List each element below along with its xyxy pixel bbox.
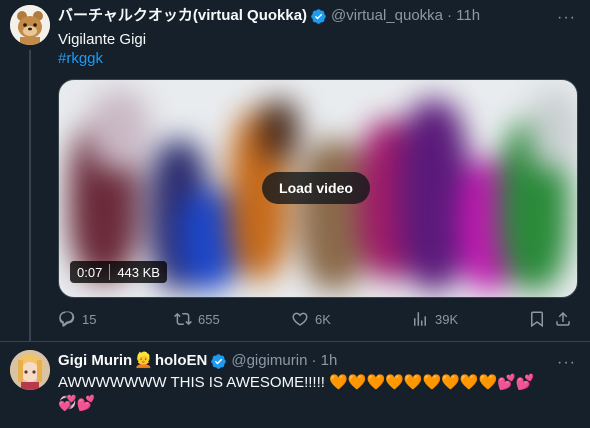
tweet1-display-name[interactable]: バーチャルクオッカ(virtual Quokka) xyxy=(58,6,307,26)
like-icon xyxy=(292,312,308,326)
like-button[interactable]: 6K xyxy=(291,309,331,329)
tweet1-header: バーチャルクオッカ(virtual Quokka) @virtual_quokk… xyxy=(58,6,480,26)
verified-badge-icon xyxy=(311,8,326,24)
blond-person-emoji: 👱 xyxy=(134,352,153,369)
bookmark-button[interactable] xyxy=(528,309,552,329)
gigi-avatar-image xyxy=(10,350,50,390)
tweet2-header: Gigi Murin 👱 holoEN @gigimurin · 1h xyxy=(58,351,337,371)
tweet1-hashtag[interactable]: #rkggk xyxy=(58,49,103,69)
view-count: 39K xyxy=(435,311,459,327)
reply-count: 15 xyxy=(82,311,97,327)
tweet2-time[interactable]: · 1h xyxy=(311,351,337,371)
tweet2-text-line1: AWWWWWWW THIS IS AWESOME!!!!! 🧡🧡🧡🧡🧡🧡🧡🧡🧡💕… xyxy=(58,374,535,391)
views-button[interactable]: 39K xyxy=(411,309,458,329)
reply-icon xyxy=(59,311,75,327)
repost-icon xyxy=(174,312,192,326)
tweet1-action-bar: 15 655 6K 39K xyxy=(58,309,578,331)
load-video-button[interactable]: Load video xyxy=(262,172,370,204)
repost-button[interactable]: 655 xyxy=(174,309,220,329)
tweet2-text-line2: 💞💕 xyxy=(58,395,96,412)
tweet1-text: Vigilante Gigi xyxy=(58,31,147,48)
reply-button[interactable]: 15 xyxy=(58,309,96,329)
tweet1-handle[interactable]: @virtual_quokka xyxy=(331,6,443,26)
avatar-gigi-murin[interactable] xyxy=(10,350,50,390)
tweet2-name-suffix[interactable]: holoEN xyxy=(155,351,208,371)
tweet2-handle[interactable]: @gigimurin xyxy=(231,351,307,371)
avatar-virtual-quokka[interactable] xyxy=(10,5,50,45)
thread-line xyxy=(29,50,31,341)
like-count: 6K xyxy=(315,311,331,327)
tweet-divider xyxy=(0,341,590,342)
tweet1-time[interactable]: · 11h xyxy=(447,6,480,26)
tweet2-display-name[interactable]: Gigi Murin xyxy=(58,351,132,371)
views-icon xyxy=(414,312,426,326)
share-icon xyxy=(556,311,570,326)
more-icon[interactable]: ··· xyxy=(557,10,576,26)
more-icon[interactable]: ··· xyxy=(557,355,576,371)
share-button[interactable] xyxy=(554,309,578,329)
verified-badge-icon xyxy=(211,353,227,369)
video-duration: 0:07 xyxy=(77,264,103,280)
repost-count: 655 xyxy=(198,311,220,327)
video-info-badge: 0:07 443 KB xyxy=(70,261,167,283)
quokka-avatar-image xyxy=(10,5,50,45)
video-size: 443 KB xyxy=(117,264,160,280)
bookmark-icon xyxy=(531,311,543,328)
